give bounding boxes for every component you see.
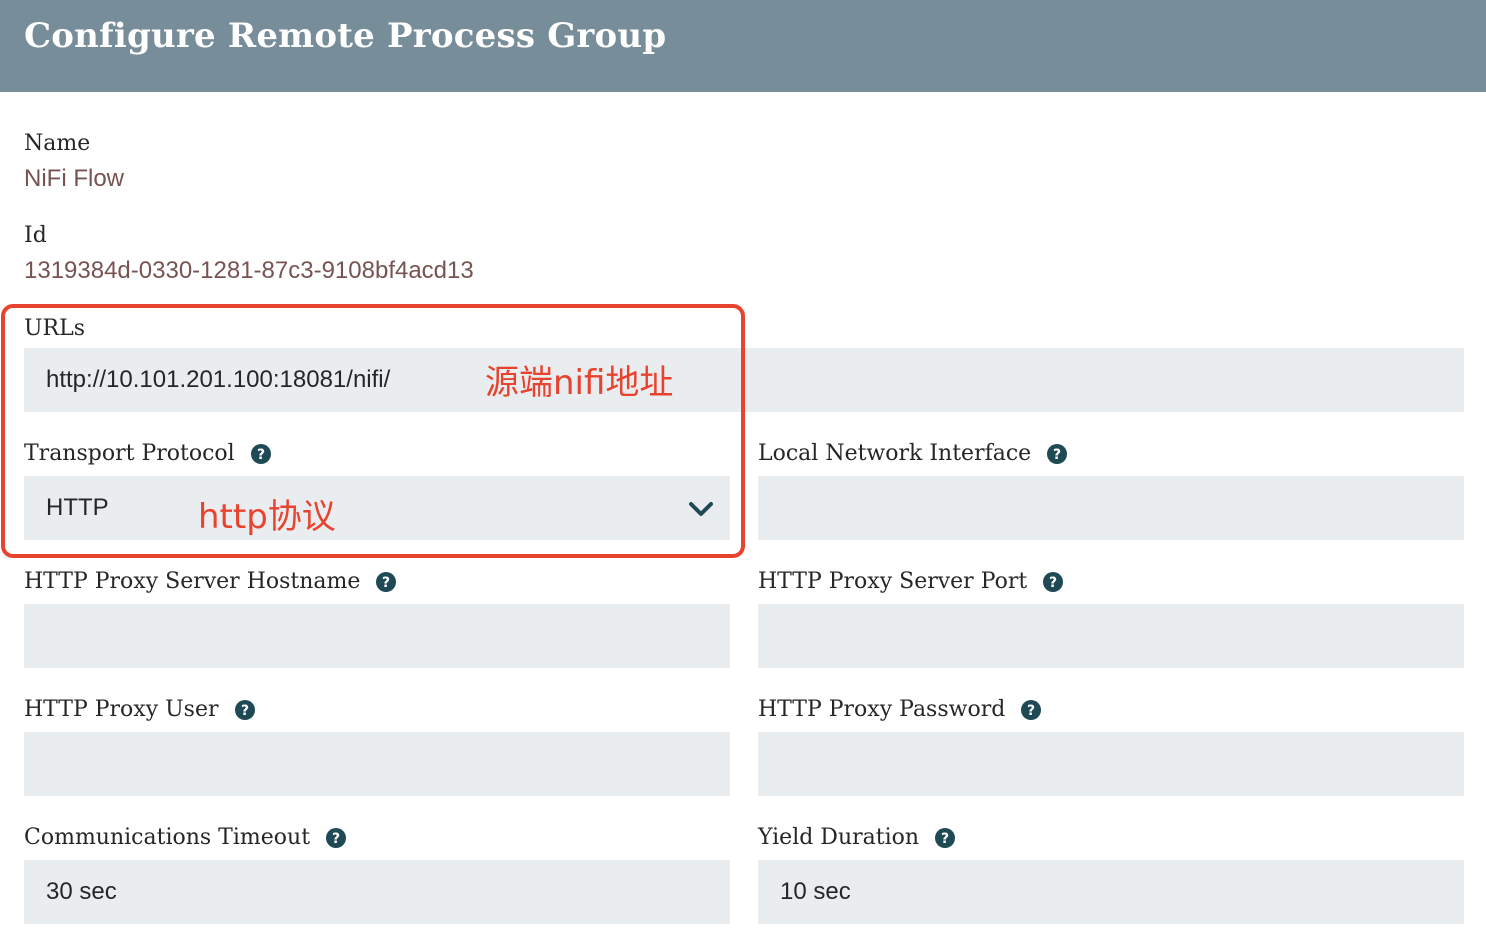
http-proxy-password-label: HTTP Proxy Password ? bbox=[758, 697, 1042, 722]
id-label: Id bbox=[24, 223, 47, 248]
dialog-header: Configure Remote Process Group bbox=[0, 0, 1486, 92]
local-network-interface-label: Local Network Interface ? bbox=[758, 441, 1068, 466]
question-circle-icon[interactable]: ? bbox=[935, 827, 956, 848]
yield-duration-input[interactable]: 10 sec bbox=[758, 860, 1464, 924]
svg-text:?: ? bbox=[1053, 447, 1061, 463]
question-circle-icon[interactable]: ? bbox=[326, 827, 347, 848]
name-value: NiFi Flow bbox=[24, 165, 124, 192]
http-proxy-server-port-input[interactable] bbox=[758, 604, 1464, 668]
yield-duration-label: Yield Duration ? bbox=[758, 825, 956, 850]
http-proxy-password-label-text: HTTP Proxy Password bbox=[758, 697, 1006, 722]
svg-text:?: ? bbox=[382, 575, 390, 591]
svg-text:?: ? bbox=[1027, 703, 1035, 719]
http-proxy-password-input[interactable] bbox=[758, 732, 1464, 796]
http-proxy-server-port-label-text: HTTP Proxy Server Port bbox=[758, 569, 1028, 594]
http-proxy-server-hostname-label-text: HTTP Proxy Server Hostname bbox=[24, 569, 361, 594]
svg-text:?: ? bbox=[941, 831, 949, 847]
id-value: 1319384d-0330-1281-87c3-9108bf4acd13 bbox=[24, 257, 474, 284]
http-proxy-user-label: HTTP Proxy User ? bbox=[24, 697, 255, 722]
local-network-interface-label-text: Local Network Interface bbox=[758, 441, 1032, 466]
http-proxy-user-input[interactable] bbox=[24, 732, 730, 796]
communications-timeout-input[interactable]: 30 sec bbox=[24, 860, 730, 924]
communications-timeout-label-text: Communications Timeout bbox=[24, 825, 311, 850]
svg-text:?: ? bbox=[332, 831, 340, 847]
question-circle-icon[interactable]: ? bbox=[376, 571, 397, 592]
svg-text:?: ? bbox=[240, 703, 248, 719]
yield-duration-label-text: Yield Duration bbox=[758, 825, 920, 850]
yield-duration-value: 10 sec bbox=[780, 878, 851, 905]
question-circle-icon[interactable]: ? bbox=[1021, 699, 1042, 720]
local-network-interface-input[interactable] bbox=[758, 476, 1464, 540]
communications-timeout-label: Communications Timeout ? bbox=[24, 825, 347, 850]
annotation-protocol-note: http协议 bbox=[198, 497, 336, 537]
name-label: Name bbox=[24, 131, 91, 156]
question-circle-icon[interactable]: ? bbox=[1047, 443, 1068, 464]
svg-text:?: ? bbox=[1049, 575, 1057, 591]
http-proxy-server-port-label: HTTP Proxy Server Port ? bbox=[758, 569, 1064, 594]
http-proxy-server-hostname-label: HTTP Proxy Server Hostname ? bbox=[24, 569, 397, 594]
question-circle-icon[interactable]: ? bbox=[1043, 571, 1064, 592]
http-proxy-server-hostname-input[interactable] bbox=[24, 604, 730, 668]
question-circle-icon[interactable]: ? bbox=[234, 699, 255, 720]
dialog-title: Configure Remote Process Group bbox=[24, 16, 667, 56]
annotation-highlight-box bbox=[1, 304, 745, 558]
communications-timeout-value: 30 sec bbox=[46, 878, 117, 905]
http-proxy-user-label-text: HTTP Proxy User bbox=[24, 697, 219, 722]
annotation-urls-note: 源端nifi地址 bbox=[485, 363, 674, 403]
